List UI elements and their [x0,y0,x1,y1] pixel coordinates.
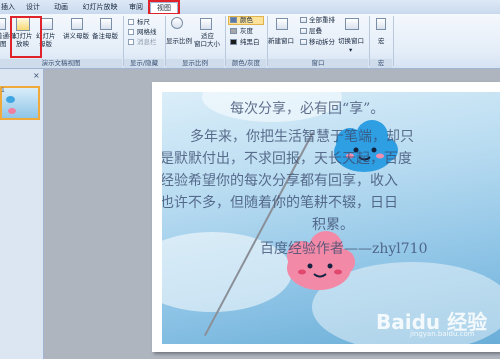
chevron-down-icon[interactable]: ▾ [349,46,352,54]
thumbnail-cloud-blue [6,96,15,103]
slide-author: 百度经验作者——zhyl710 [260,241,428,257]
group-presentation-views-label: 演示文稿视图 [0,59,122,68]
color-icon [230,17,237,23]
new-window-icon[interactable] [276,18,288,30]
normal-view-label-2: 图 [0,40,7,48]
slide-text-line: 积累。 [312,217,354,233]
group-macro-label: 宏 [370,59,392,68]
notes-master-label: 备注母版 [92,32,118,40]
arrange-all-icon[interactable] [300,17,307,23]
slide-title: 每次分享，必有回“享”。 [230,101,385,117]
handout-master-label: 讲义母版 [63,32,89,40]
cascade-icon[interactable] [300,28,307,34]
slide-text-line: 经验希望你的每次分享都有回享，收入 [162,173,398,189]
move-split-label: 移动拆分 [309,38,335,46]
highlight-slideshow-button [10,16,42,58]
group-color-label: 颜色/灰度 [226,59,266,68]
ribbon: 普通视 图 幻灯片 放映 幻灯片 母版 讲义母版 备注母版 演示文稿视图 标尺 … [0,14,500,69]
grayscale-icon[interactable] [230,28,237,34]
group-window-label: 窗口 [268,59,368,68]
black-white-label: 纯黑白 [240,38,260,46]
zoom-label: 显示比例 [166,37,192,45]
fit-window-label-2: 窗口大小 [194,40,220,48]
message-bar-checkbox[interactable] [128,39,134,45]
notes-master-icon[interactable] [100,18,112,30]
slide-master-icon[interactable] [41,18,53,30]
zoom-icon[interactable] [171,17,183,29]
normal-view-icon[interactable] [0,18,6,30]
macros-label: 宏 [378,37,385,45]
cascade-label: 层叠 [309,27,322,35]
handout-master-icon[interactable] [71,18,83,30]
new-window-label: 新建窗口 [268,37,294,45]
slide-number: 1 [1,87,5,94]
move-split-icon[interactable] [300,39,307,45]
gridlines-label: 网格线 [137,28,157,36]
slide-text-line: 是默默付出，不求回报，天长天起，百度 [162,151,412,167]
tab-review[interactable]: 审阅 [126,2,146,13]
fit-window-icon[interactable] [200,18,212,30]
arrange-all-label: 全部重排 [309,16,335,24]
ribbon-tab-bar: 插入 设计 动画 幻灯片放映 审阅 视图 [0,0,500,14]
switch-windows-label: 切换窗口 [338,37,364,45]
ruler-label: 标尺 [137,18,150,26]
watermark-url: jingyan.baidu.com [410,330,475,338]
slide-text-line: 多年来，你把生活智慧于笔端，却只 [190,129,414,145]
ruler-checkbox[interactable] [128,19,134,25]
slide-text-line: 也许不多，但随着你的笔耕不辍，日日 [162,195,398,211]
close-icon[interactable]: × [33,71,40,80]
message-bar-label: 消息栏 [137,38,157,46]
group-show-hide-label: 显示/隐藏 [124,59,164,68]
tab-design[interactable]: 设计 [22,2,44,13]
thumbnail-cloud-pink [8,108,16,114]
black-white-icon[interactable] [230,39,237,45]
tab-animations[interactable]: 动画 [50,2,72,13]
group-separator [393,16,394,66]
macro-icon[interactable] [376,18,386,30]
switch-windows-icon[interactable] [345,18,359,30]
color-label: 颜色 [240,16,253,24]
tab-insert[interactable]: 插入 [0,2,18,13]
group-zoom-label: 显示比例 [166,59,224,68]
tab-slideshow[interactable]: 幻灯片放映 [78,2,122,13]
fit-window-label: 适应 [201,32,214,40]
gridlines-checkbox[interactable] [128,29,134,35]
slide-background-photo: 每次分享，必有回“享”。 多年来，你把生活智慧于笔端，却只 是默默付出，不求回报… [162,92,500,344]
slide-thumbnail[interactable] [0,86,40,120]
highlight-view-tab [148,0,180,15]
grayscale-label: 灰度 [240,27,253,35]
